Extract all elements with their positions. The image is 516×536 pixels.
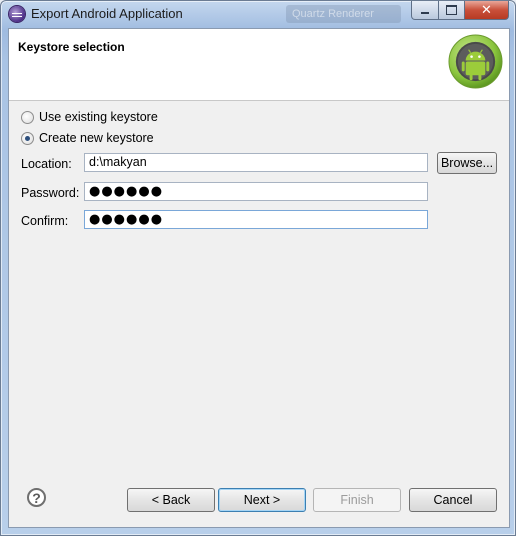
create-new-keystore-option[interactable]: Create new keystore (21, 131, 154, 145)
location-label: Location: (21, 157, 72, 171)
maximize-button[interactable] (439, 1, 465, 20)
minimize-icon (421, 12, 429, 14)
password-input[interactable]: ●●●●●● (84, 182, 428, 201)
page-title: Keystore selection (18, 40, 125, 54)
window-title: Export Android Application (31, 6, 183, 21)
android-logo-icon (448, 34, 503, 89)
dialog-client-area: Keystore selection Use existing keystore… (8, 28, 510, 528)
create-new-radio[interactable] (21, 131, 34, 145)
browse-button[interactable]: Browse... (437, 152, 497, 174)
close-button[interactable]: ✕ (465, 1, 509, 20)
help-icon[interactable]: ? (27, 488, 46, 507)
back-button[interactable]: < Back (127, 488, 215, 512)
password-label: Password: (21, 186, 80, 200)
use-existing-radio[interactable] (21, 110, 34, 124)
export-dialog-window: Export Android Application Quartz Render… (0, 0, 516, 536)
next-button[interactable]: Next > (218, 488, 306, 512)
window-controls: ✕ (411, 1, 509, 20)
finish-button: Finish (313, 488, 401, 512)
eclipse-app-icon (9, 6, 25, 22)
maximize-icon (446, 5, 457, 15)
location-input[interactable]: d:\makyan (84, 153, 428, 172)
minimize-button[interactable] (411, 1, 439, 20)
confirm-password-input[interactable]: ●●●●●● (84, 210, 428, 229)
close-icon: ✕ (481, 2, 492, 18)
wizard-header: Keystore selection (9, 29, 509, 101)
title-bar[interactable]: Export Android Application Quartz Render… (1, 1, 515, 27)
create-new-label: Create new keystore (39, 131, 154, 145)
use-existing-keystore-option[interactable]: Use existing keystore (21, 110, 158, 124)
cancel-button[interactable]: Cancel (409, 488, 497, 512)
confirm-label: Confirm: (21, 214, 69, 228)
background-window-tab: Quartz Renderer (286, 5, 401, 23)
use-existing-label: Use existing keystore (39, 110, 158, 124)
